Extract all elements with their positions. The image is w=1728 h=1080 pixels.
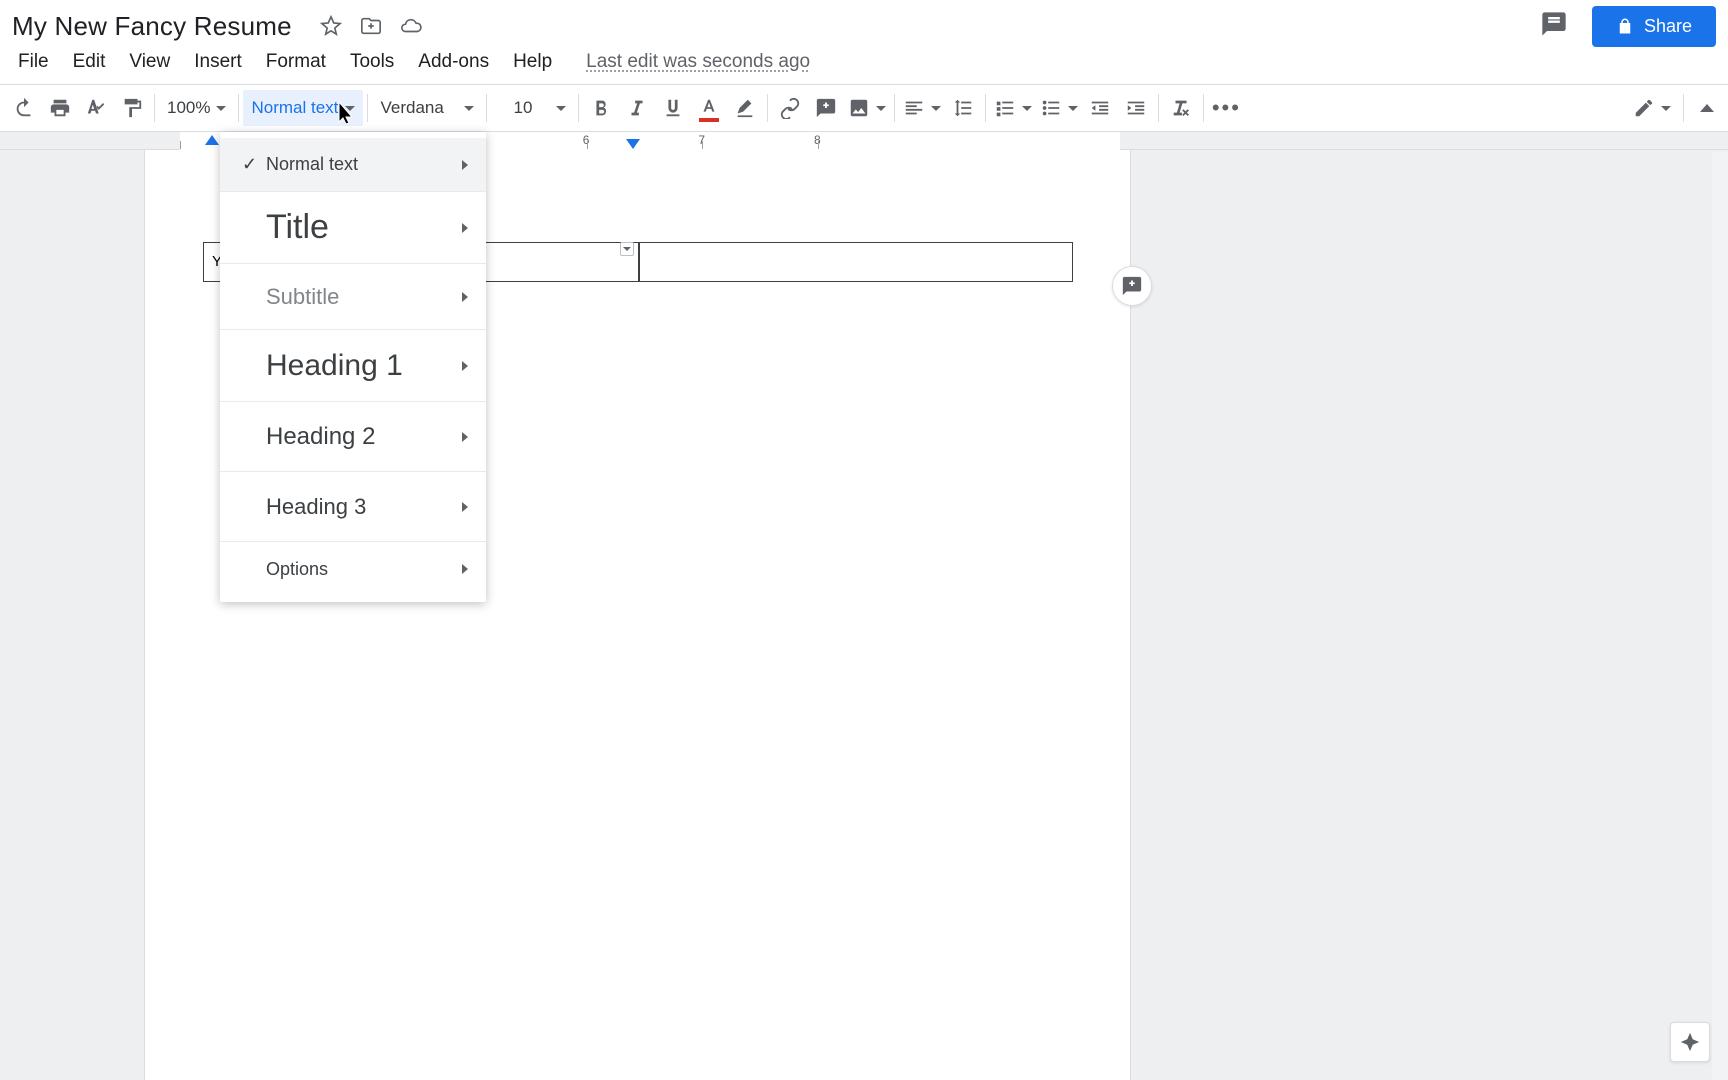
menu-view[interactable]: View — [119, 47, 180, 77]
share-label: Share — [1644, 16, 1692, 37]
menu-format[interactable]: Format — [256, 47, 336, 77]
font-value: Verdana — [380, 98, 443, 118]
style-option-label: Options — [266, 559, 462, 580]
submenu-arrow-icon — [462, 502, 468, 512]
submenu-arrow-icon — [462, 564, 468, 574]
first-line-indent-marker[interactable] — [205, 135, 219, 145]
underline-button[interactable] — [655, 90, 691, 126]
menu-help[interactable]: Help — [503, 47, 562, 77]
style-option-normal-text[interactable]: ✓ Normal text — [220, 138, 486, 192]
star-icon[interactable] — [320, 15, 342, 37]
chevron-down-icon — [1068, 106, 1078, 111]
chevron-down-icon — [556, 106, 566, 111]
menu-tools[interactable]: Tools — [340, 47, 404, 77]
cloud-status-icon[interactable] — [400, 15, 422, 37]
cell-options-handle[interactable] — [620, 242, 634, 256]
menu-file[interactable]: File — [8, 47, 59, 77]
style-option-label: Heading 3 — [266, 494, 462, 520]
submenu-arrow-icon — [462, 432, 468, 442]
menu-insert[interactable]: Insert — [184, 47, 252, 77]
submenu-arrow-icon — [462, 361, 468, 371]
style-option-label: Heading 1 — [266, 349, 462, 383]
chevron-down-icon — [464, 106, 474, 111]
last-edit-link[interactable]: Last edit was seconds ago — [586, 51, 810, 73]
check-icon: ✓ — [242, 154, 266, 175]
text-color-button[interactable] — [691, 90, 727, 126]
menu-bar: File Edit View Insert Format Tools Add-o… — [0, 44, 1728, 84]
font-size-value: 10 — [499, 96, 546, 120]
collapse-toolbar-icon[interactable] — [1700, 104, 1714, 112]
style-option-label: Heading 2 — [266, 423, 462, 451]
left-indent-marker[interactable] — [626, 139, 640, 149]
menu-addons[interactable]: Add-ons — [408, 47, 499, 77]
decrease-indent-button[interactable] — [1082, 90, 1118, 126]
chevron-down-icon — [931, 106, 941, 111]
style-option-subtitle[interactable]: Subtitle — [220, 264, 486, 330]
toolbar: 100% Normal text Verdana 10 — [0, 84, 1728, 132]
ruler-tick: 6 — [583, 133, 590, 147]
document-title[interactable]: My New Fancy Resume — [12, 11, 292, 42]
undo-button[interactable] — [6, 90, 42, 126]
style-option-label: Subtitle — [266, 284, 462, 310]
bold-button[interactable] — [583, 90, 619, 126]
text-color-swatch — [699, 118, 719, 122]
line-spacing-button[interactable] — [945, 90, 981, 126]
zoom-value: 100% — [167, 98, 210, 118]
style-option-label: Normal text — [266, 154, 462, 175]
lock-icon — [1616, 17, 1634, 35]
title-bar: My New Fancy Resume Share — [0, 0, 1728, 44]
chevron-down-icon — [216, 106, 226, 111]
submenu-arrow-icon — [462, 292, 468, 302]
move-icon[interactable] — [360, 15, 382, 37]
share-button[interactable]: Share — [1592, 6, 1716, 47]
mouse-cursor-icon — [332, 100, 356, 124]
ruler-tick: 8 — [814, 133, 821, 147]
spellcheck-button[interactable] — [78, 90, 114, 126]
menu-edit[interactable]: Edit — [63, 47, 116, 77]
explore-button[interactable] — [1670, 1022, 1710, 1062]
ruler-tick: 7 — [698, 133, 705, 147]
insert-link-button[interactable] — [772, 90, 808, 126]
bulleted-list-dropdown[interactable] — [1036, 90, 1082, 126]
style-option-heading-3[interactable]: Heading 3 — [220, 472, 486, 542]
more-button[interactable]: ••• — [1208, 90, 1244, 126]
clear-formatting-button[interactable] — [1163, 90, 1199, 126]
submenu-arrow-icon — [462, 223, 468, 233]
style-option-options[interactable]: Options — [220, 542, 486, 596]
zoom-dropdown[interactable]: 100% — [159, 90, 234, 126]
checklist-dropdown[interactable] — [990, 90, 1036, 126]
style-option-title[interactable]: Title — [220, 192, 486, 264]
print-button[interactable] — [42, 90, 78, 126]
font-size-control[interactable]: 10 — [491, 96, 574, 120]
style-option-heading-2[interactable]: Heading 2 — [220, 402, 486, 472]
add-comment-button[interactable] — [808, 90, 844, 126]
editing-mode-dropdown[interactable] — [1629, 90, 1675, 126]
open-comments-icon[interactable] — [1540, 10, 1568, 43]
italic-button[interactable] — [619, 90, 655, 126]
paint-format-button[interactable] — [114, 90, 150, 126]
chevron-down-icon — [1022, 106, 1032, 111]
chevron-down-icon — [1661, 106, 1671, 111]
submenu-arrow-icon — [462, 160, 468, 170]
paragraph-styles-menu: ✓ Normal text Title Subtitle Heading 1 H… — [220, 132, 486, 602]
insert-image-dropdown[interactable] — [844, 90, 890, 126]
style-option-label: Title — [266, 208, 462, 247]
add-comment-bubble[interactable] — [1112, 266, 1152, 306]
font-family-dropdown[interactable]: Verdana — [372, 90, 482, 126]
style-value: Normal text — [251, 98, 338, 118]
style-option-heading-1[interactable]: Heading 1 — [220, 330, 486, 402]
highlight-color-button[interactable] — [727, 90, 763, 126]
chevron-down-icon — [876, 106, 886, 111]
align-dropdown[interactable] — [899, 90, 945, 126]
increase-indent-button[interactable] — [1118, 90, 1154, 126]
vertical-scrollbar[interactable] — [1712, 152, 1728, 1080]
